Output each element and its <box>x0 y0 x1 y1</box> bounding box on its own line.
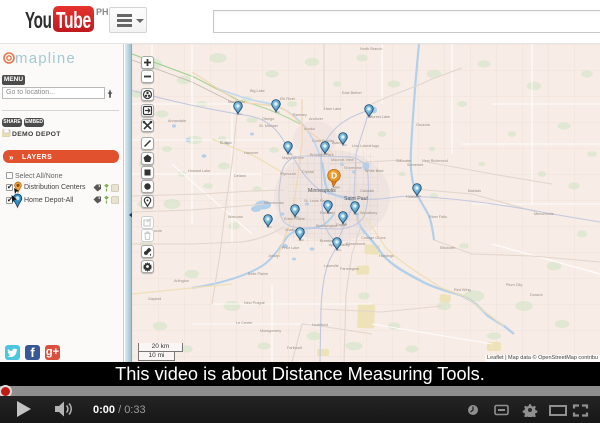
svg-text:Hugo: Hugo <box>370 144 379 148</box>
svg-text:Farmington: Farmington <box>340 267 359 271</box>
svg-text:Belle Plaine: Belle Plaine <box>248 272 268 276</box>
svg-text:Hanover: Hanover <box>244 151 259 155</box>
svg-text:Le Center: Le Center <box>236 321 253 325</box>
svg-text:Prior Lake: Prior Lake <box>282 246 299 250</box>
svg-text:Buffalo: Buffalo <box>220 141 232 145</box>
svg-text:Ham Lake: Ham Lake <box>324 107 341 111</box>
svg-text:Oakdale: Oakdale <box>360 189 374 193</box>
svg-text:Mounds View: Mounds View <box>331 158 354 162</box>
svg-text:Otsego: Otsego <box>262 117 274 121</box>
svg-text:Ramsey: Ramsey <box>293 113 307 117</box>
svg-text:Gaylord: Gaylord <box>148 297 161 301</box>
svg-text:Cottage Grove: Cottage Grove <box>361 236 386 240</box>
svg-text:Anoka: Anoka <box>304 127 316 131</box>
svg-text:Montgomery: Montgomery <box>260 329 281 333</box>
svg-text:Minnetonka: Minnetonka <box>264 201 285 205</box>
svg-text:Minneapolis: Minneapolis <box>308 188 336 194</box>
svg-text:Plum City: Plum City <box>506 283 522 287</box>
svg-text:Arlington: Arlington <box>174 279 189 283</box>
svg-text:Crystal: Crystal <box>302 170 314 174</box>
svg-text:Rosemount: Rosemount <box>346 242 366 246</box>
svg-text:Hastings: Hastings <box>379 254 394 258</box>
svg-text:Faribault: Faribault <box>287 346 303 350</box>
svg-text:Big Lake: Big Lake <box>250 89 265 93</box>
svg-text:Shoreview: Shoreview <box>344 166 362 170</box>
svg-text:East Bethel: East Bethel <box>342 91 362 95</box>
svg-text:New Prague: New Prague <box>244 301 265 305</box>
svg-text:Baldwin: Baldwin <box>468 189 481 193</box>
svg-text:Annandale: Annandale <box>168 119 186 123</box>
svg-text:Somerset: Somerset <box>407 163 424 167</box>
svg-text:Osceola: Osceola <box>416 123 431 127</box>
svg-text:Brooklyn Park: Brooklyn Park <box>310 153 334 157</box>
svg-text:Howard Lake: Howard Lake <box>188 169 210 173</box>
svg-text:Saint Paul: Saint Paul <box>344 196 368 202</box>
svg-text:Delano: Delano <box>234 174 246 178</box>
svg-text:Bloomington: Bloomington <box>316 224 337 228</box>
svg-text:D: D <box>331 171 337 181</box>
svg-text:River Falls: River Falls <box>429 215 447 219</box>
svg-text:Plymouth: Plymouth <box>280 172 296 176</box>
svg-text:Lino Lakes: Lino Lakes <box>352 144 370 148</box>
svg-text:New Richmond: New Richmond <box>422 159 448 163</box>
svg-text:Andover: Andover <box>309 117 324 121</box>
svg-text:Lakeville: Lakeville <box>324 264 339 268</box>
svg-text:St. Michael: St. Michael <box>259 124 278 128</box>
svg-text:Waconia: Waconia <box>228 215 244 219</box>
svg-text:Woodbury: Woodbury <box>360 211 377 215</box>
svg-text:Maple Grove: Maple Grove <box>282 156 304 160</box>
svg-text:North Branch: North Branch <box>360 47 382 51</box>
svg-text:Durand: Durand <box>530 293 542 297</box>
svg-text:White Bear: White Bear <box>365 169 385 173</box>
svg-text:Jordan: Jordan <box>268 254 280 258</box>
svg-text:Red Wing: Red Wing <box>454 288 471 292</box>
svg-text:Elk River: Elk River <box>280 97 296 101</box>
svg-text:Northfield: Northfield <box>312 323 328 327</box>
svg-text:Ellsworth: Ellsworth <box>440 246 455 250</box>
svg-text:Menomonie: Menomonie <box>534 212 554 216</box>
